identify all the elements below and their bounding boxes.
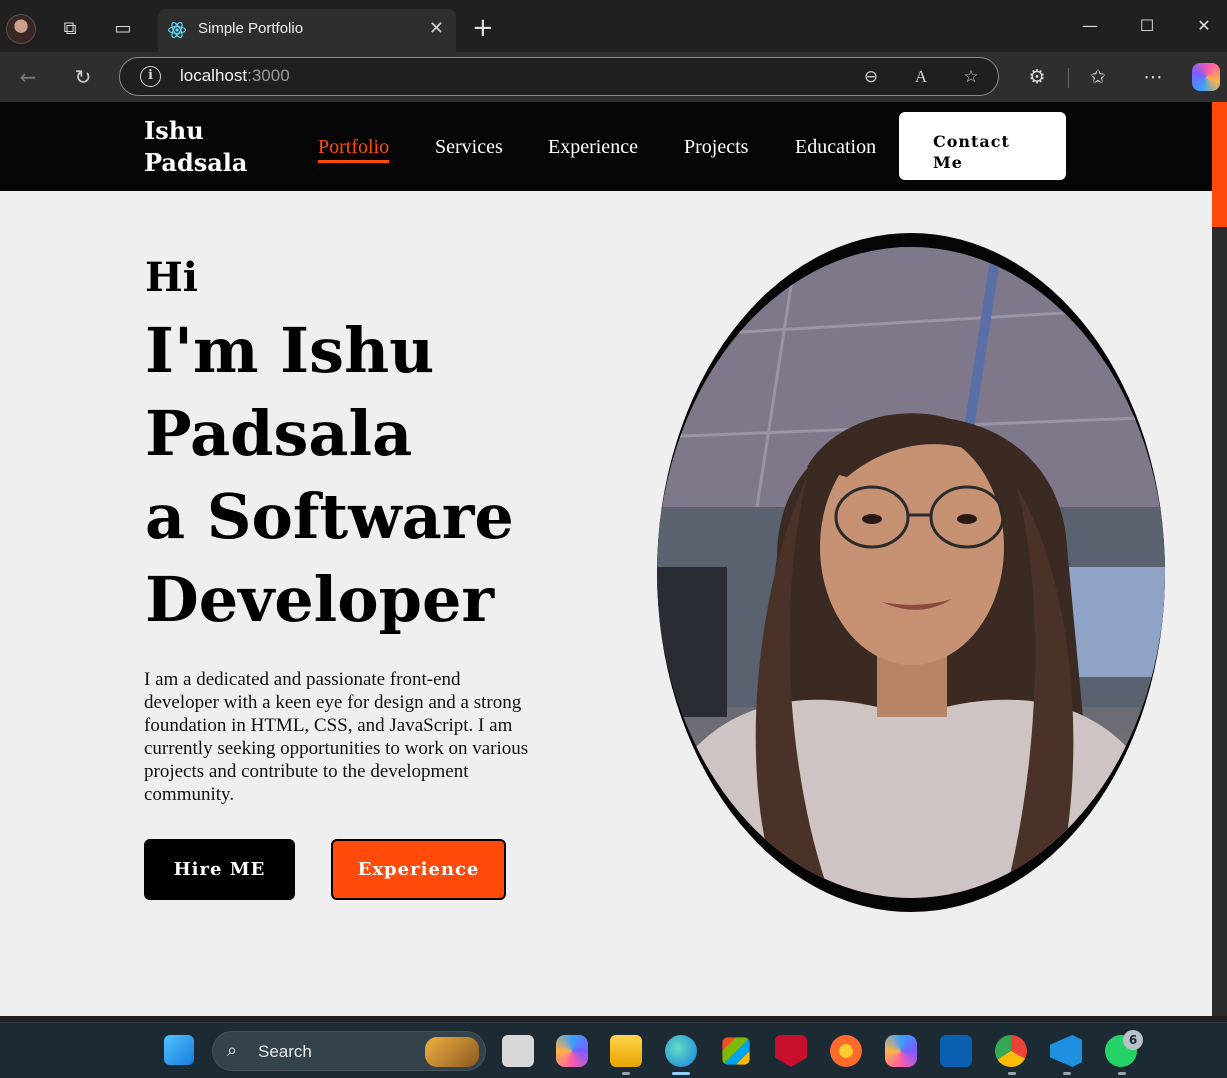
experience-button[interactable]: Experience: [331, 839, 506, 900]
minimize-button[interactable]: —: [1075, 12, 1105, 40]
address-url[interactable]: localhost:3000: [180, 66, 290, 86]
more-icon[interactable]: ⋯: [1140, 64, 1166, 90]
page-scrollbar[interactable]: [1212, 102, 1227, 1016]
close-window-button[interactable]: ✕: [1189, 12, 1219, 40]
edge-browser-icon[interactable]: [665, 1035, 697, 1067]
microsoft-store-icon[interactable]: [722, 1037, 750, 1065]
hero-bio: I am a dedicated and passionate front-en…: [144, 669, 529, 805]
windows-taskbar: ⌕ Search 6: [0, 1022, 1227, 1078]
profile-photo: [657, 247, 1165, 898]
taskbar-search[interactable]: ⌕ Search: [212, 1031, 486, 1071]
nav-link-services[interactable]: Services: [435, 136, 503, 159]
maximize-button[interactable]: ☐: [1132, 12, 1162, 40]
dell-icon[interactable]: [940, 1035, 972, 1067]
profile-avatar[interactable]: [6, 14, 36, 44]
profile-photo-frame: [657, 233, 1165, 912]
copilot-icon[interactable]: [1192, 63, 1220, 91]
firefox-icon[interactable]: [830, 1035, 862, 1067]
task-view-icon[interactable]: [502, 1035, 534, 1067]
nav-link-experience[interactable]: Experience: [548, 136, 638, 159]
mcafee-icon[interactable]: [775, 1035, 807, 1067]
m365-copilot-icon[interactable]: [885, 1035, 917, 1067]
hero-headline: I'm Ishu Padsala a Software Developer: [145, 314, 514, 636]
new-tab-button[interactable]: +: [472, 15, 494, 41]
vscode-icon[interactable]: [1050, 1035, 1082, 1067]
tab-close-icon[interactable]: ✕: [429, 18, 444, 39]
nav-link-education[interactable]: Education: [795, 136, 876, 159]
site-navbar: Ishu Padsala Portfolio Services Experien…: [0, 102, 1212, 191]
browser-toolbar: ← ↻ i localhost:3000 ⊖ A ☆ ⚙ ✩ ⋯: [0, 52, 1227, 102]
running-indicator: [1063, 1072, 1071, 1075]
running-indicator: [1118, 1072, 1126, 1075]
browser-titlebar: ⧉ ▭ Simple Portfolio ✕ + — ☐ ✕: [0, 0, 1227, 52]
scrollbar-thumb[interactable]: [1212, 102, 1227, 227]
favorite-star-icon[interactable]: ☆: [959, 65, 983, 89]
zoom-out-icon[interactable]: ⊖: [859, 65, 883, 89]
browser-tab-active[interactable]: Simple Portfolio ✕: [158, 9, 456, 52]
address-bar[interactable]: i localhost:3000 ⊖ A ☆: [119, 57, 999, 96]
tab-title: Simple Portfolio: [198, 20, 304, 37]
running-indicator: [1008, 1072, 1016, 1075]
taskbar-search-label: Search: [258, 1042, 312, 1061]
search-icon: ⌕: [227, 1040, 238, 1061]
react-favicon-icon: [168, 22, 186, 38]
page-viewport: Ishu Padsala Portfolio Services Experien…: [0, 102, 1212, 1016]
search-highlight-icon: [425, 1037, 479, 1067]
read-aloud-icon[interactable]: A: [909, 65, 933, 89]
copilot-app-icon[interactable]: [556, 1035, 588, 1067]
file-explorer-icon[interactable]: [610, 1035, 642, 1067]
nav-link-portfolio[interactable]: Portfolio: [318, 136, 390, 163]
toolbar-divider: [1068, 68, 1069, 88]
back-button[interactable]: ←: [14, 63, 42, 91]
chrome-icon[interactable]: [995, 1035, 1027, 1067]
whatsapp-notification-badge: 6: [1123, 1030, 1143, 1050]
site-info-icon[interactable]: i: [140, 66, 161, 87]
running-indicator: [622, 1072, 630, 1075]
refresh-button[interactable]: ↻: [69, 63, 97, 91]
hero-greeting: Hi: [145, 254, 198, 301]
start-menu-icon[interactable]: [164, 1035, 194, 1065]
extensions-icon[interactable]: ⚙: [1024, 64, 1050, 90]
active-app-indicator: [672, 1072, 690, 1075]
workspaces-icon[interactable]: ⧉: [59, 18, 81, 40]
site-logo[interactable]: Ishu Padsala: [144, 115, 264, 179]
favorites-icon[interactable]: ✩: [1085, 64, 1111, 90]
hire-me-button[interactable]: Hire ME: [144, 839, 295, 900]
nav-link-projects[interactable]: Projects: [684, 136, 748, 159]
profile-photo-illustration: [657, 247, 1165, 898]
vertical-tabs-icon[interactable]: ▭: [112, 18, 134, 40]
contact-me-button[interactable]: Contact Me: [899, 112, 1066, 180]
